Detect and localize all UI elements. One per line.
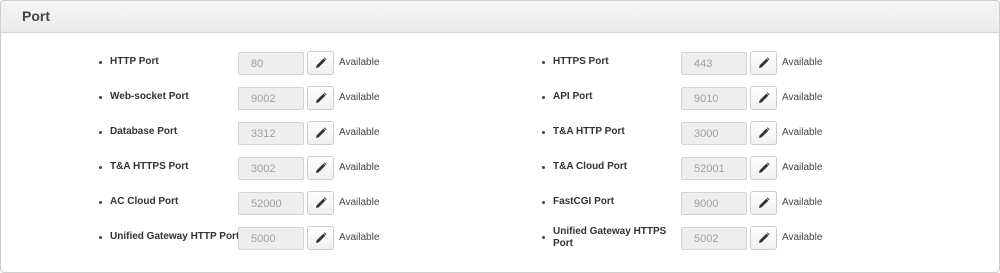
bullet xyxy=(99,131,102,134)
bullet xyxy=(542,201,545,204)
port-row-api: API Port Available xyxy=(542,86,842,111)
bullet xyxy=(542,131,545,134)
port-label: HTTP Port xyxy=(110,56,159,67)
edit-unified-gateway-http-port-button[interactable] xyxy=(307,226,334,250)
pencil-icon xyxy=(315,197,327,208)
bullet xyxy=(542,61,545,64)
edit-https-port-button[interactable] xyxy=(750,51,777,75)
port-row-https: HTTPS Port Available xyxy=(542,51,842,76)
ta-cloud-port-input[interactable] xyxy=(681,157,747,180)
port-status: Available xyxy=(782,92,823,103)
ta-http-port-input[interactable] xyxy=(681,122,747,145)
bullet xyxy=(542,236,545,239)
http-port-input[interactable] xyxy=(238,52,304,75)
port-label: FastCGI Port xyxy=(553,196,615,207)
pencil-icon xyxy=(758,232,770,243)
api-port-input[interactable] xyxy=(681,87,747,110)
websocket-port-input[interactable] xyxy=(238,87,304,110)
port-row-unified-gateway-http: Unified Gateway HTTP Port Available xyxy=(99,226,399,251)
edit-websocket-port-button[interactable] xyxy=(307,86,334,110)
port-label: T&A HTTP Port xyxy=(553,126,625,137)
ta-https-port-input[interactable] xyxy=(238,157,304,180)
port-status: Available xyxy=(782,197,823,208)
edit-ta-https-port-button[interactable] xyxy=(307,156,334,180)
pencil-icon xyxy=(315,92,327,103)
pencil-icon xyxy=(758,92,770,103)
panel-title: Port xyxy=(22,8,50,24)
fastcgi-port-input[interactable] xyxy=(681,192,747,215)
edit-ta-cloud-port-button[interactable] xyxy=(750,156,777,180)
ac-cloud-port-input[interactable] xyxy=(238,192,304,215)
https-port-input[interactable] xyxy=(681,52,747,75)
bullet xyxy=(542,166,545,169)
pencil-icon xyxy=(315,162,327,173)
port-row-unified-gateway-https: Unified Gateway HTTPS Port Available xyxy=(542,226,842,251)
port-label: T&A HTTPS Port xyxy=(110,161,189,172)
port-row-ac-cloud: AC Cloud Port Available xyxy=(99,191,399,216)
bullet xyxy=(542,96,545,99)
panel-header: Port xyxy=(1,1,999,33)
pencil-icon xyxy=(758,162,770,173)
pencil-icon xyxy=(758,197,770,208)
port-status: Available xyxy=(339,127,380,138)
pencil-icon xyxy=(758,57,770,68)
port-row-websocket: Web-socket Port Available xyxy=(99,86,399,111)
edit-http-port-button[interactable] xyxy=(307,51,334,75)
edit-database-port-button[interactable] xyxy=(307,121,334,145)
port-status: Available xyxy=(339,57,380,68)
edit-ta-http-port-button[interactable] xyxy=(750,121,777,145)
port-label: Database Port xyxy=(110,126,178,137)
port-label: HTTPS Port xyxy=(553,56,609,67)
port-row-ta-cloud: T&A Cloud Port Available xyxy=(542,156,842,181)
bullet xyxy=(99,201,102,204)
database-port-input[interactable] xyxy=(238,122,304,145)
port-status: Available xyxy=(339,92,380,103)
port-row-fastcgi: FastCGI Port Available xyxy=(542,191,842,216)
bullet xyxy=(99,166,102,169)
port-row-ta-http: T&A HTTP Port Available xyxy=(542,121,842,146)
port-status: Available xyxy=(339,232,380,243)
port-label: Web-socket Port xyxy=(110,91,189,102)
port-row-database: Database Port Available xyxy=(99,121,399,146)
port-label: T&A Cloud Port xyxy=(553,161,628,172)
pencil-icon xyxy=(315,127,327,138)
edit-api-port-button[interactable] xyxy=(750,86,777,110)
bullet xyxy=(99,61,102,64)
pencil-icon xyxy=(315,57,327,68)
port-label: API Port xyxy=(553,91,593,102)
port-status: Available xyxy=(339,197,380,208)
edit-ac-cloud-port-button[interactable] xyxy=(307,191,334,215)
bullet xyxy=(99,236,102,239)
port-status: Available xyxy=(339,162,380,173)
port-panel: Port HTTP Port Available Web-socket Port… xyxy=(0,0,1000,273)
port-label: AC Cloud Port xyxy=(110,196,179,207)
unified-gateway-https-port-input[interactable] xyxy=(681,227,747,250)
edit-fastcgi-port-button[interactable] xyxy=(750,191,777,215)
pencil-icon xyxy=(758,127,770,138)
unified-gateway-http-port-input[interactable] xyxy=(238,227,304,250)
bullet xyxy=(99,96,102,99)
port-label: Unified Gateway HTTPS Port xyxy=(553,226,667,249)
port-status: Available xyxy=(782,57,823,68)
port-row-http: HTTP Port Available xyxy=(99,51,399,76)
port-label: Unified Gateway HTTP Port xyxy=(110,231,240,242)
port-row-ta-https: T&A HTTPS Port Available xyxy=(99,156,399,181)
port-status: Available xyxy=(782,127,823,138)
edit-unified-gateway-https-port-button[interactable] xyxy=(750,226,777,250)
port-status: Available xyxy=(782,232,823,243)
port-status: Available xyxy=(782,162,823,173)
pencil-icon xyxy=(315,232,327,243)
